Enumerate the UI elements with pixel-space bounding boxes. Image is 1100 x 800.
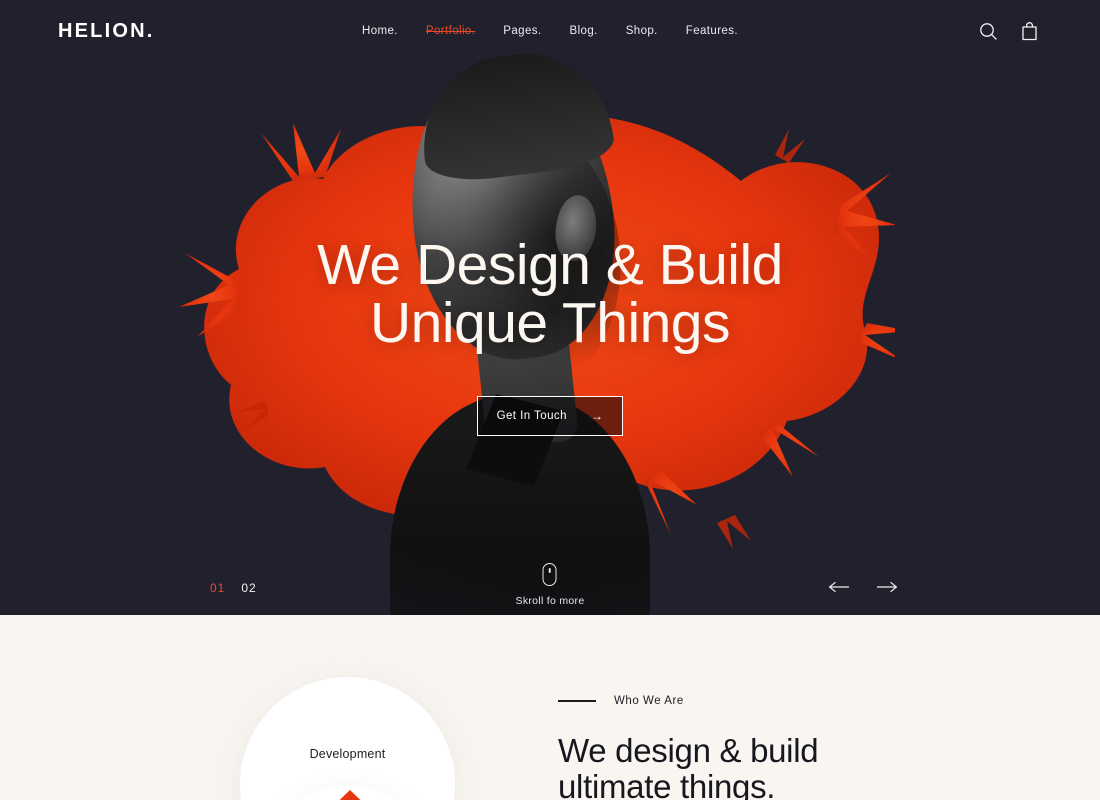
hero-content: We Design & Build Unique Things Get In T… (0, 236, 1100, 436)
scroll-hint[interactable]: Skroll fo more (516, 563, 585, 607)
search-button[interactable] (975, 18, 1001, 44)
slide-indicator-02[interactable]: 02 (241, 581, 256, 595)
get-in-touch-label: Get In Touch (496, 410, 567, 422)
development-label: Development (309, 747, 386, 761)
eyebrow-label: Who We Are (614, 695, 684, 707)
search-icon (979, 22, 997, 40)
slider-navigation (826, 577, 900, 597)
nav-item-portfolio[interactable]: Portfolio. (424, 21, 477, 41)
hero-footer-controls: 01 02 Skroll fo more (0, 525, 1100, 615)
hero-title-line-2: Unique Things (369, 291, 731, 355)
arrow-right-icon (877, 581, 898, 593)
about-eyebrow: Who We Are (558, 695, 1028, 707)
slider-prev-button[interactable] (826, 577, 852, 597)
slide-indicator-01[interactable]: 01 (210, 581, 225, 595)
header-actions (975, 18, 1042, 44)
cart-button[interactable] (1016, 18, 1042, 44)
about-heading-line-2: ultimate things. (558, 768, 776, 800)
about-heading-line-1: We design & build (558, 732, 819, 769)
slide-pagination: 01 02 (210, 581, 257, 595)
site-logo[interactable]: HELION. (58, 20, 155, 43)
mouse-scroll-icon (543, 563, 557, 586)
shopping-bag-icon (1021, 22, 1037, 41)
nav-item-pages[interactable]: Pages. (501, 21, 543, 41)
red-triangle-shape (322, 790, 378, 800)
about-heading: We design & build ultimate things. (558, 733, 1028, 800)
slider-next-button[interactable] (874, 577, 900, 597)
hero-title-line-1: We Design & Build (317, 233, 783, 297)
nav-item-shop[interactable]: Shop. (624, 21, 660, 41)
about-visual: Development (240, 677, 455, 800)
arrow-right-icon: → (590, 409, 604, 423)
nav-item-home[interactable]: Home. (360, 21, 400, 41)
nav-item-blog[interactable]: Blog. (568, 21, 600, 41)
hero-title: We Design & Build Unique Things (0, 236, 1100, 352)
hero-section: HELION. Home. Portfolio. Pages. Blog. Sh… (0, 0, 1100, 615)
scroll-hint-label: Skroll fo more (515, 595, 585, 607)
get-in-touch-button[interactable]: Get In Touch → (476, 396, 624, 436)
about-section: Development Who We Are We design & build… (0, 615, 1100, 800)
eyebrow-divider-line (558, 700, 596, 702)
about-text-block: Who We Are We design & build ultimate th… (558, 695, 1028, 800)
nav-item-features[interactable]: Features. (684, 21, 740, 41)
arrow-left-icon (828, 581, 849, 593)
site-header: HELION. Home. Portfolio. Pages. Blog. Sh… (0, 0, 1100, 62)
development-circle (240, 677, 455, 800)
main-navigation: Home. Portfolio. Pages. Blog. Shop. Feat… (0, 21, 1100, 41)
